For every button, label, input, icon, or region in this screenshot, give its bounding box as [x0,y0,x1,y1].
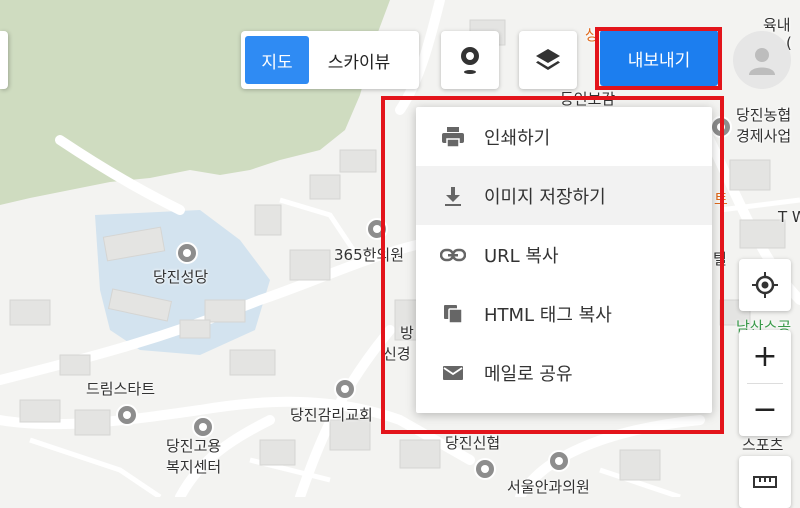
poi-label-tw: T W [778,208,800,226]
clinic-pin-icon[interactable] [366,218,388,240]
menu-item-save-image[interactable]: 이미지 저장하기 [416,166,712,225]
poi-label-dong: 동인보감 [560,90,616,108]
church-pin-icon[interactable] [176,242,198,264]
menu-item-label: HTML 태그 복사 [484,304,612,326]
locate-icon [752,272,778,298]
download-icon [440,183,466,209]
user-avatar-button[interactable] [733,31,791,89]
zoom-in-button[interactable]: + [739,330,791,383]
copy-icon [440,301,466,327]
poi-label-nonghyup-2[interactable]: 경제사업 [736,125,791,146]
menu-item-label: 메일로 공유 [484,363,573,385]
menu-item-copy-html[interactable]: HTML 태그 복사 [416,284,712,343]
user-icon [749,48,775,75]
poi-label-dream-start[interactable]: 드림스타트 [86,378,155,399]
zoom-out-button[interactable]: − [739,383,791,436]
poi-label-bang: 방 [400,324,414,342]
roadview-button[interactable] [441,31,499,89]
poi-label-top-orange: 상 [585,26,599,44]
map-type-toggle: 지도 스카이뷰 [241,31,419,89]
left-panel-toggle[interactable] [0,31,8,89]
export-button[interactable]: 내보내기 [600,30,718,86]
menu-item-label: 인쇄하기 [484,127,551,149]
poi-label-seoul-clinic[interactable]: 서울안과의원 [507,476,590,497]
poi-label-singyeong: 신경 [383,345,411,363]
poi-label-employment-2[interactable]: 복지센터 [166,456,221,477]
skyview-tab[interactable]: 스카이뷰 [309,36,409,84]
poi-label-employment-1[interactable]: 당진고용 [166,435,221,456]
poi-label-church[interactable]: 당진성당 [153,266,208,287]
poi-label-cheol: 털 [713,250,727,268]
shinhyup-pin-icon[interactable] [474,458,496,480]
poi-label-shinhyup[interactable]: 당진신협 [445,432,500,453]
poi-label-church2[interactable]: 당진감리교회 [290,404,373,425]
map-tab[interactable]: 지도 [245,36,309,84]
menu-item-label: 이미지 저장하기 [484,186,606,208]
menu-item-label: URL 복사 [484,245,559,267]
export-menu: 인쇄하기 이미지 저장하기 URL 복사 HTML 태그 복사 메일로 공유 [416,107,712,413]
church2-pin-icon[interactable] [334,378,356,400]
map-pin-icon [461,47,479,74]
poi-label-sports: 스포츠 [742,436,784,454]
distance-ruler-button[interactable] [739,456,791,508]
current-location-button[interactable] [739,259,791,311]
menu-item-print[interactable]: 인쇄하기 [416,107,712,166]
layers-icon [536,49,560,70]
printer-icon [440,124,466,150]
poi-label-teu: 트 [714,190,728,208]
seoul-clinic-pin-icon[interactable] [548,450,570,472]
mail-icon [440,360,466,386]
zoom-control: + − [739,330,791,436]
poi-label-clinic[interactable]: 365한의원 [334,244,404,265]
nonghyup-pin-icon[interactable] [710,116,732,138]
menu-item-share-mail[interactable]: 메일로 공유 [416,343,712,402]
dream-start-pin-icon[interactable] [116,404,138,426]
menu-item-copy-url[interactable]: URL 복사 [416,225,712,284]
link-icon [440,242,466,268]
ruler-icon [753,476,777,488]
layers-button[interactable] [519,31,577,89]
poi-label-nonghyup-1[interactable]: 당진농협 [736,104,791,125]
